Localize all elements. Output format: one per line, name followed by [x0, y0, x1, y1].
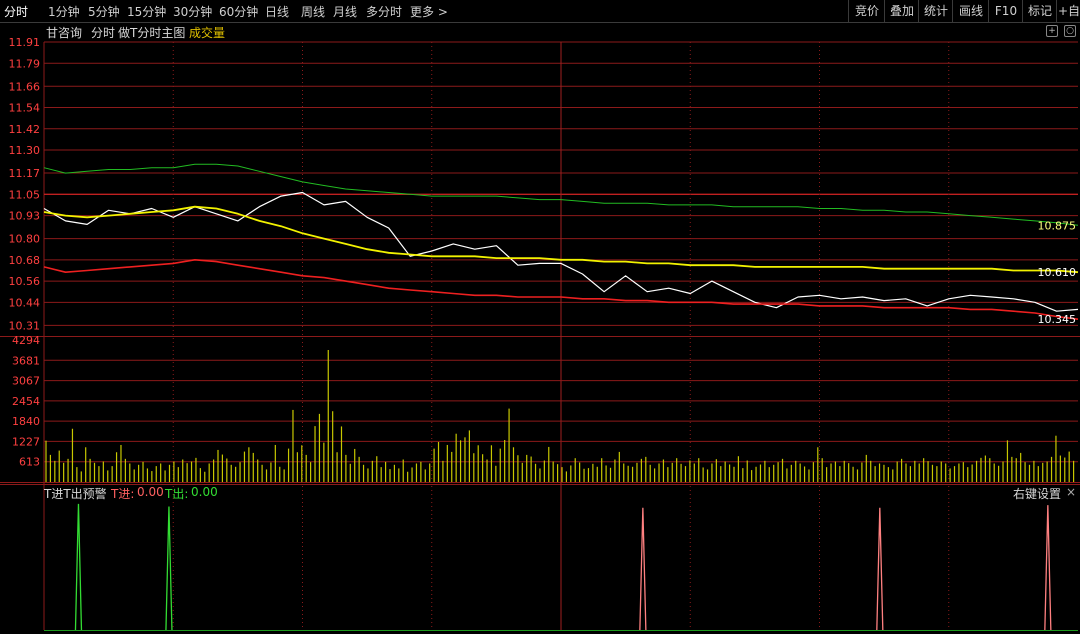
price-tick-label: 11.54	[9, 102, 41, 115]
end-value-label: 10.610	[1038, 266, 1077, 279]
y-axis: 11.91 11.79 11.66 11.54 11.42 11.30 11.17 11.05…	[9, 36, 41, 469]
volume-tick-label: 2454	[12, 395, 40, 408]
volume-tick-label: 3681	[12, 354, 40, 367]
t-in-value: 0.00	[137, 485, 164, 499]
end-value-label: 10.345	[1038, 313, 1077, 326]
end-value-label: 10.875	[1038, 219, 1077, 232]
volume-tick-label: 1227	[12, 435, 40, 448]
price-tick-label: 10.93	[9, 210, 41, 223]
price-tick-label: 10.31	[9, 319, 41, 332]
t-out-label: T出:	[165, 487, 189, 501]
price-tick-label: 10.56	[9, 275, 41, 288]
price-tick-label: 11.42	[9, 123, 41, 136]
signal-spike	[1044, 505, 1052, 631]
price-tick-label: 11.17	[9, 167, 41, 180]
price-tick-label: 11.30	[9, 144, 41, 157]
price-tick-label: 10.44	[9, 296, 41, 309]
price-tick-label: 11.79	[9, 57, 41, 70]
indicator-title[interactable]: T进T出预警	[44, 485, 107, 502]
signal-spike	[639, 507, 647, 631]
volume-tick-label: 613	[19, 456, 40, 469]
intraday-chart: 11.91 11.79 11.66 11.54 11.42 11.30 11.17 11.05…	[0, 36, 1080, 631]
t-out-value: 0.00	[191, 485, 218, 499]
grid	[0, 41, 1080, 630]
right-click-settings[interactable]: 右键设置	[1013, 485, 1061, 502]
close-icon[interactable]: ×	[1066, 485, 1076, 499]
volume-tick-label: 1840	[12, 415, 40, 428]
signal-spike	[74, 503, 83, 631]
signal-spike	[165, 506, 173, 631]
price-tick-label: 11.91	[9, 36, 41, 49]
volume-tick-label: 4294	[12, 334, 40, 347]
t-in-label: T进:	[111, 487, 135, 501]
price-tick-label: 10.68	[9, 254, 41, 267]
volume-tick-label: 3067	[12, 375, 40, 388]
price-tick-label: 10.80	[9, 233, 41, 246]
signal-spike	[876, 507, 884, 631]
price-tick-label: 11.05	[9, 188, 41, 201]
price-tick-label: 11.66	[9, 80, 41, 93]
